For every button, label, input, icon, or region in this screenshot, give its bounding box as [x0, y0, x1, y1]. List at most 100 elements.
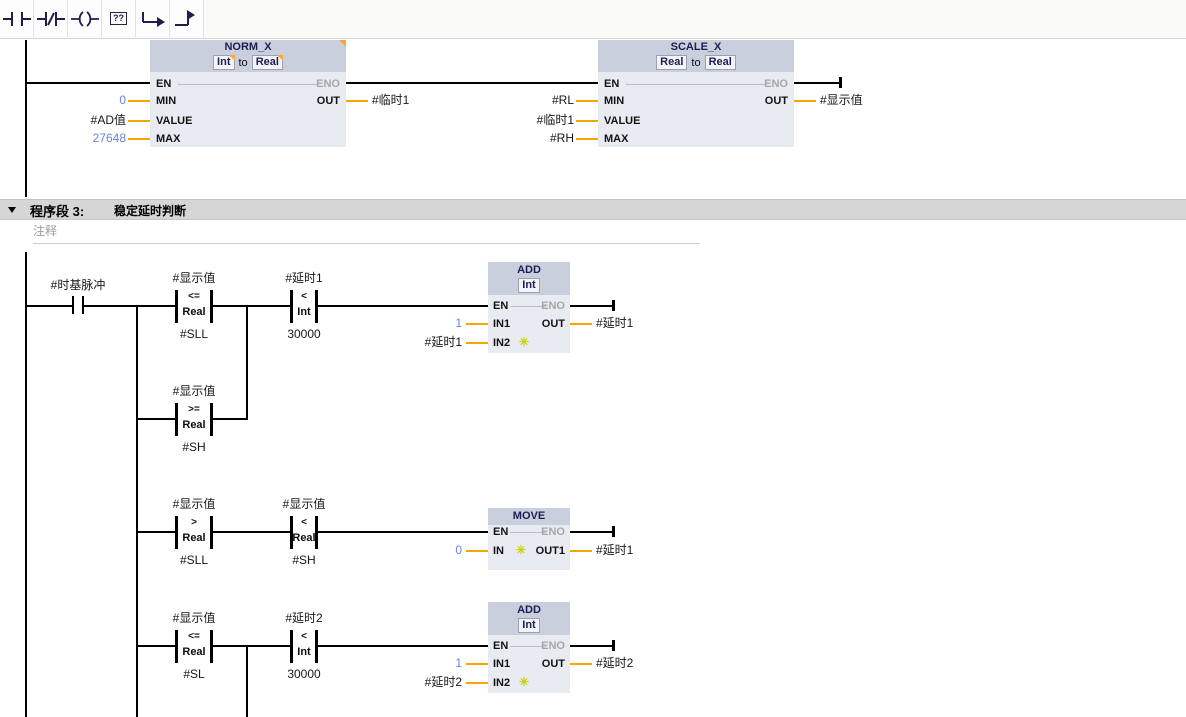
wire-segment — [570, 531, 613, 533]
compare-type[interactable]: Int — [290, 646, 318, 658]
operand-out[interactable]: #延时1 — [596, 317, 633, 330]
operand-out[interactable]: #延时1 — [596, 544, 633, 557]
toolbar-button-empty-box[interactable]: ?? — [102, 0, 136, 37]
compare-type[interactable]: Int — [290, 306, 318, 318]
operand-min[interactable]: 0 — [40, 94, 126, 107]
pin-eno: ENO — [541, 300, 565, 312]
pin-en: EN — [604, 78, 619, 90]
pin-en: EN — [493, 300, 508, 312]
add-block[interactable]: ADD Int EN ENO IN1 OUT IN2 ✳ — [488, 262, 570, 353]
block-title: SCALE_X — [598, 41, 794, 54]
compare-contact[interactable]: <= Real #显示值 #SL — [175, 630, 213, 663]
compare-contact[interactable]: > Real #显示值 #SLL — [175, 516, 213, 549]
operand-min[interactable]: #RL — [490, 94, 574, 107]
network-comment[interactable]: 注释 — [33, 222, 57, 239]
wire-segment — [25, 305, 72, 307]
pin-max: MAX — [156, 133, 180, 145]
compare-contact[interactable]: <= Real #显示值 #SLL — [175, 290, 213, 323]
type-dropdown-to[interactable]: Real — [705, 55, 736, 70]
pin-min: MIN — [156, 95, 176, 107]
compare-value[interactable]: 30000 — [287, 667, 320, 681]
compare-contact[interactable]: < Int #延时1 30000 — [290, 290, 318, 323]
move-block[interactable]: MOVE EN ENO IN ✳ OUT1 — [488, 508, 570, 570]
pin-max: MAX — [604, 133, 628, 145]
network-label: 程序段 3: — [30, 201, 84, 220]
type-connector: to — [691, 57, 700, 69]
toolbar-button-close-branch[interactable] — [170, 0, 204, 37]
operand-label[interactable]: #显示值 — [173, 495, 216, 512]
compare-value[interactable]: #SLL — [180, 327, 208, 341]
type-dropdown[interactable]: Int — [518, 278, 539, 293]
norm-x-block[interactable]: NORM_X Int to Real EN ENO MIN OUT VALUE … — [150, 40, 346, 147]
pin-en: EN — [493, 526, 508, 538]
operand-stub — [466, 663, 488, 665]
operand-out[interactable]: #临时1 — [372, 94, 409, 107]
operand-label[interactable]: #显示值 — [173, 382, 216, 399]
compare-value[interactable]: #SL — [183, 667, 204, 681]
operand-stub — [466, 342, 488, 344]
type-dropdown-to[interactable]: Real — [252, 55, 283, 70]
operand-value[interactable]: #AD值 — [40, 114, 126, 127]
operand-in2[interactable]: #延时2 — [380, 676, 462, 689]
pin-out: OUT — [765, 95, 788, 107]
operand-label[interactable]: #显示值 — [173, 269, 216, 286]
network-title[interactable]: 稳定延时判断 — [114, 202, 186, 219]
operand-label[interactable]: #延时2 — [285, 609, 322, 626]
toolbar-button-coil[interactable] — [68, 0, 102, 37]
compare-type[interactable]: Real — [290, 532, 318, 544]
compare-operator: < — [290, 291, 318, 302]
type-dropdown-from[interactable]: Int — [213, 55, 234, 70]
compare-contact[interactable]: < Int #延时2 30000 — [290, 630, 318, 663]
toolbar-button-open-branch[interactable] — [136, 0, 170, 37]
operand-in1[interactable]: 1 — [380, 317, 462, 330]
operand-in1[interactable]: 1 — [380, 657, 462, 670]
pin-out1: OUT1 — [536, 545, 565, 557]
wire-segment — [318, 305, 488, 307]
branch-rail — [246, 645, 248, 717]
compare-value[interactable]: 30000 — [287, 327, 320, 341]
compare-type[interactable]: Real — [175, 646, 213, 658]
pin-eno: ENO — [764, 78, 788, 90]
compare-type[interactable]: Real — [175, 306, 213, 318]
operand-label[interactable]: #延时1 — [285, 269, 322, 286]
pin-en: EN — [156, 78, 171, 90]
operand-value[interactable]: #临时1 — [490, 114, 574, 127]
operand-in2[interactable]: #延时1 — [380, 336, 462, 349]
operand-max[interactable]: #RH — [490, 132, 574, 145]
toolbar-button-nc-contact[interactable] — [34, 0, 68, 37]
compare-type[interactable]: Real — [175, 419, 213, 431]
update-asterisk-icon: ✳ — [519, 676, 529, 689]
type-connector: to — [239, 57, 248, 69]
compare-value[interactable]: #SLL — [180, 553, 208, 567]
type-dropdown[interactable]: Int — [518, 618, 539, 633]
operand-stub — [466, 550, 488, 552]
network-header[interactable]: 程序段 3: 稳定延时判断 — [0, 199, 1186, 220]
operand-stub — [128, 100, 150, 102]
add-block[interactable]: ADD Int EN ENO IN1 OUT IN2 ✳ — [488, 602, 570, 693]
operand-label[interactable]: #时基脉冲 — [51, 276, 106, 293]
collapse-triangle-icon[interactable] — [8, 207, 16, 213]
compare-operator: >= — [175, 404, 213, 415]
wire-segment — [213, 645, 290, 647]
compare-value[interactable]: #SH — [292, 553, 315, 567]
compare-contact[interactable]: >= Real #显示值 #SH — [175, 403, 213, 436]
pin-in: IN — [493, 545, 504, 557]
compare-type[interactable]: Real — [175, 532, 213, 544]
operand-max[interactable]: 27648 — [40, 132, 126, 145]
compare-value[interactable]: #SH — [182, 440, 205, 454]
operand-out[interactable]: #延时2 — [596, 657, 633, 670]
operand-in[interactable]: 0 — [380, 544, 462, 557]
operand-out[interactable]: #显示值 — [820, 94, 863, 107]
type-dropdown-from[interactable]: Real — [656, 55, 687, 70]
compare-contact[interactable]: < Real #显示值 #SH — [290, 516, 318, 549]
toolbar-button-no-contact[interactable] — [0, 0, 34, 37]
operand-label[interactable]: #显示值 — [283, 495, 326, 512]
pin-out: OUT — [542, 318, 565, 330]
operand-stub — [346, 100, 368, 102]
pin-out: OUT — [542, 658, 565, 670]
scale-x-block[interactable]: SCALE_X Real to Real EN ENO MIN OUT VALU… — [598, 40, 794, 147]
no-contact[interactable]: #时基脉冲 — [72, 296, 84, 314]
wire-segment — [25, 82, 150, 84]
wire-segment — [570, 305, 613, 307]
operand-label[interactable]: #显示值 — [173, 609, 216, 626]
